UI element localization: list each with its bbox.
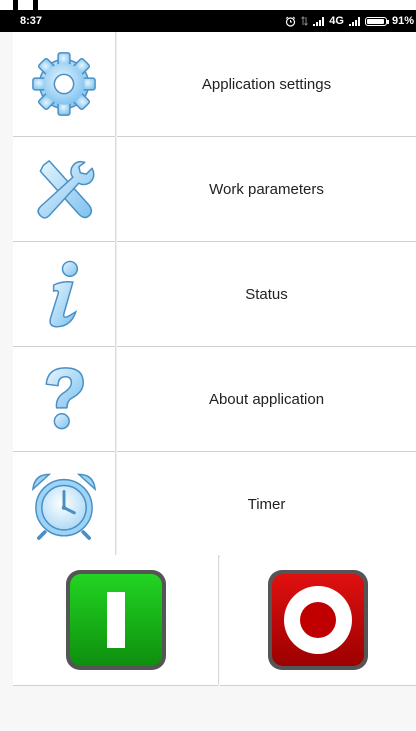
strip-mark [13, 0, 18, 10]
gear-icon [32, 52, 96, 116]
battery-percent: 91% [391, 15, 414, 27]
control-panel [13, 555, 416, 686]
top-strip [0, 0, 416, 10]
menu-item-about-application[interactable]: About application [13, 347, 416, 451]
network-type: 4G [329, 15, 344, 27]
strip-mark [33, 0, 38, 10]
data-arrows-icon [301, 16, 309, 26]
menu-icon-cell[interactable] [13, 347, 115, 451]
menu-icon-cell[interactable] [13, 452, 115, 556]
menu-icon-cell[interactable] [13, 242, 115, 346]
stop-button[interactable] [220, 555, 416, 685]
menu-item-status[interactable]: Status [13, 242, 416, 346]
menu-item-label[interactable]: Status [117, 242, 416, 346]
menu-icon-cell[interactable] [13, 32, 115, 136]
battery-icon [364, 16, 389, 26]
alarm-clock-icon [31, 473, 97, 540]
menu-icon-cell[interactable] [13, 137, 115, 241]
menu-item-timer[interactable]: Timer [13, 452, 416, 556]
menu-item-application-settings[interactable]: Application settings [13, 32, 416, 136]
status-icons: 4G 91% [285, 10, 414, 32]
signal-icon [313, 16, 325, 26]
power-on-icon [65, 570, 166, 670]
menu-item-work-parameters[interactable]: Work parameters [13, 137, 416, 241]
menu-item-label[interactable]: About application [117, 347, 416, 451]
main-menu: Application settings Work parameters Sta… [13, 32, 416, 557]
tools-icon [37, 160, 95, 219]
power-off-icon [268, 570, 368, 670]
status-time: 8:37 [20, 15, 43, 27]
menu-item-label[interactable]: Timer [117, 452, 416, 556]
status-bar: 8:37 4G 91% [0, 10, 416, 32]
alarm-status-icon [285, 16, 296, 27]
menu-item-label[interactable]: Work parameters [117, 137, 416, 241]
start-button[interactable] [13, 555, 218, 685]
question-icon [45, 367, 84, 430]
signal-icon-2 [348, 16, 360, 26]
menu-item-label[interactable]: Application settings [117, 32, 416, 136]
info-icon [49, 260, 79, 328]
